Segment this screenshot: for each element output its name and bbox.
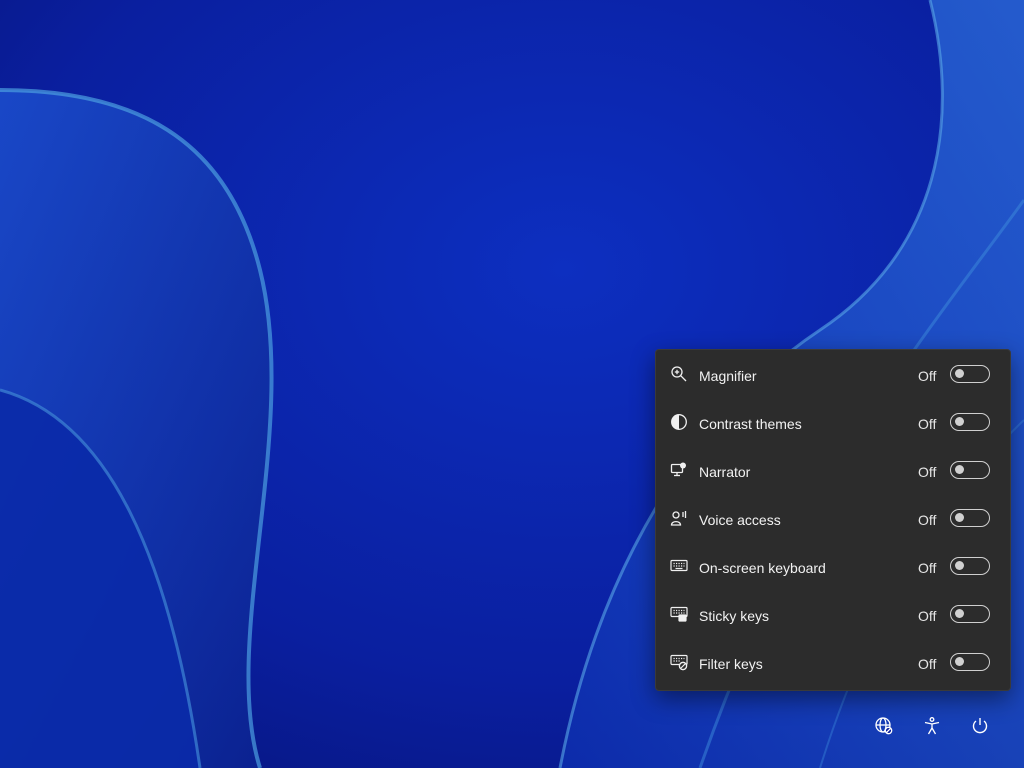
item-state: Off	[918, 368, 937, 384]
item-label: Narrator	[699, 464, 751, 480]
network-button[interactable]	[872, 714, 896, 738]
narrator-toggle[interactable]	[950, 461, 990, 479]
accessibility-icon	[922, 716, 942, 736]
item-state: Off	[918, 512, 937, 528]
narrator-icon	[669, 460, 689, 480]
item-label: Magnifier	[699, 368, 757, 384]
sticky-keys-icon	[669, 604, 689, 624]
power-icon	[970, 716, 990, 736]
accessibility-item-contrast-themes[interactable]: Contrast themes Off	[656, 400, 1010, 448]
accessibility-item-voice-access[interactable]: Voice access Off	[656, 496, 1010, 544]
accessibility-panel: Magnifier Off Contrast themes Off Narrat…	[655, 349, 1011, 691]
toggle-knob	[955, 609, 964, 618]
accessibility-item-filter-keys[interactable]: Filter keys Off	[656, 640, 1010, 688]
toggle-knob	[955, 513, 964, 522]
contrast-themes-toggle[interactable]	[950, 413, 990, 431]
item-state: Off	[918, 464, 937, 480]
item-label: On-screen keyboard	[699, 560, 826, 576]
item-state: Off	[918, 608, 937, 624]
network-icon	[874, 716, 894, 736]
accessibility-item-on-screen-keyboard[interactable]: On-screen keyboard Off	[656, 544, 1010, 592]
toggle-knob	[955, 417, 964, 426]
toggle-knob	[955, 657, 964, 666]
item-state: Off	[918, 416, 937, 432]
on-screen-keyboard-toggle[interactable]	[950, 557, 990, 575]
accessibility-item-magnifier[interactable]: Magnifier Off	[656, 352, 1010, 400]
item-label: Sticky keys	[699, 608, 770, 624]
sticky-keys-toggle[interactable]	[950, 605, 990, 623]
item-label: Contrast themes	[699, 416, 802, 432]
contrast-icon	[669, 412, 689, 432]
toggle-knob	[955, 561, 964, 570]
magnifier-toggle[interactable]	[950, 365, 990, 383]
item-state: Off	[918, 656, 937, 672]
item-label: Voice access	[699, 512, 781, 528]
keyboard-icon	[669, 556, 689, 576]
accessibility-item-sticky-keys[interactable]: Sticky keys Off	[656, 592, 1010, 640]
accessibility-button[interactable]	[920, 714, 944, 738]
toggle-knob	[955, 369, 964, 378]
accessibility-item-narrator[interactable]: Narrator Off	[656, 448, 1010, 496]
item-state: Off	[918, 560, 937, 576]
filter-keys-icon	[669, 652, 689, 672]
voice-access-icon	[669, 508, 689, 528]
toggle-knob	[955, 465, 964, 474]
filter-keys-toggle[interactable]	[950, 653, 990, 671]
voice-access-toggle[interactable]	[950, 509, 990, 527]
item-label: Filter keys	[699, 656, 763, 672]
magnifier-icon	[669, 364, 689, 384]
power-button[interactable]	[968, 714, 992, 738]
